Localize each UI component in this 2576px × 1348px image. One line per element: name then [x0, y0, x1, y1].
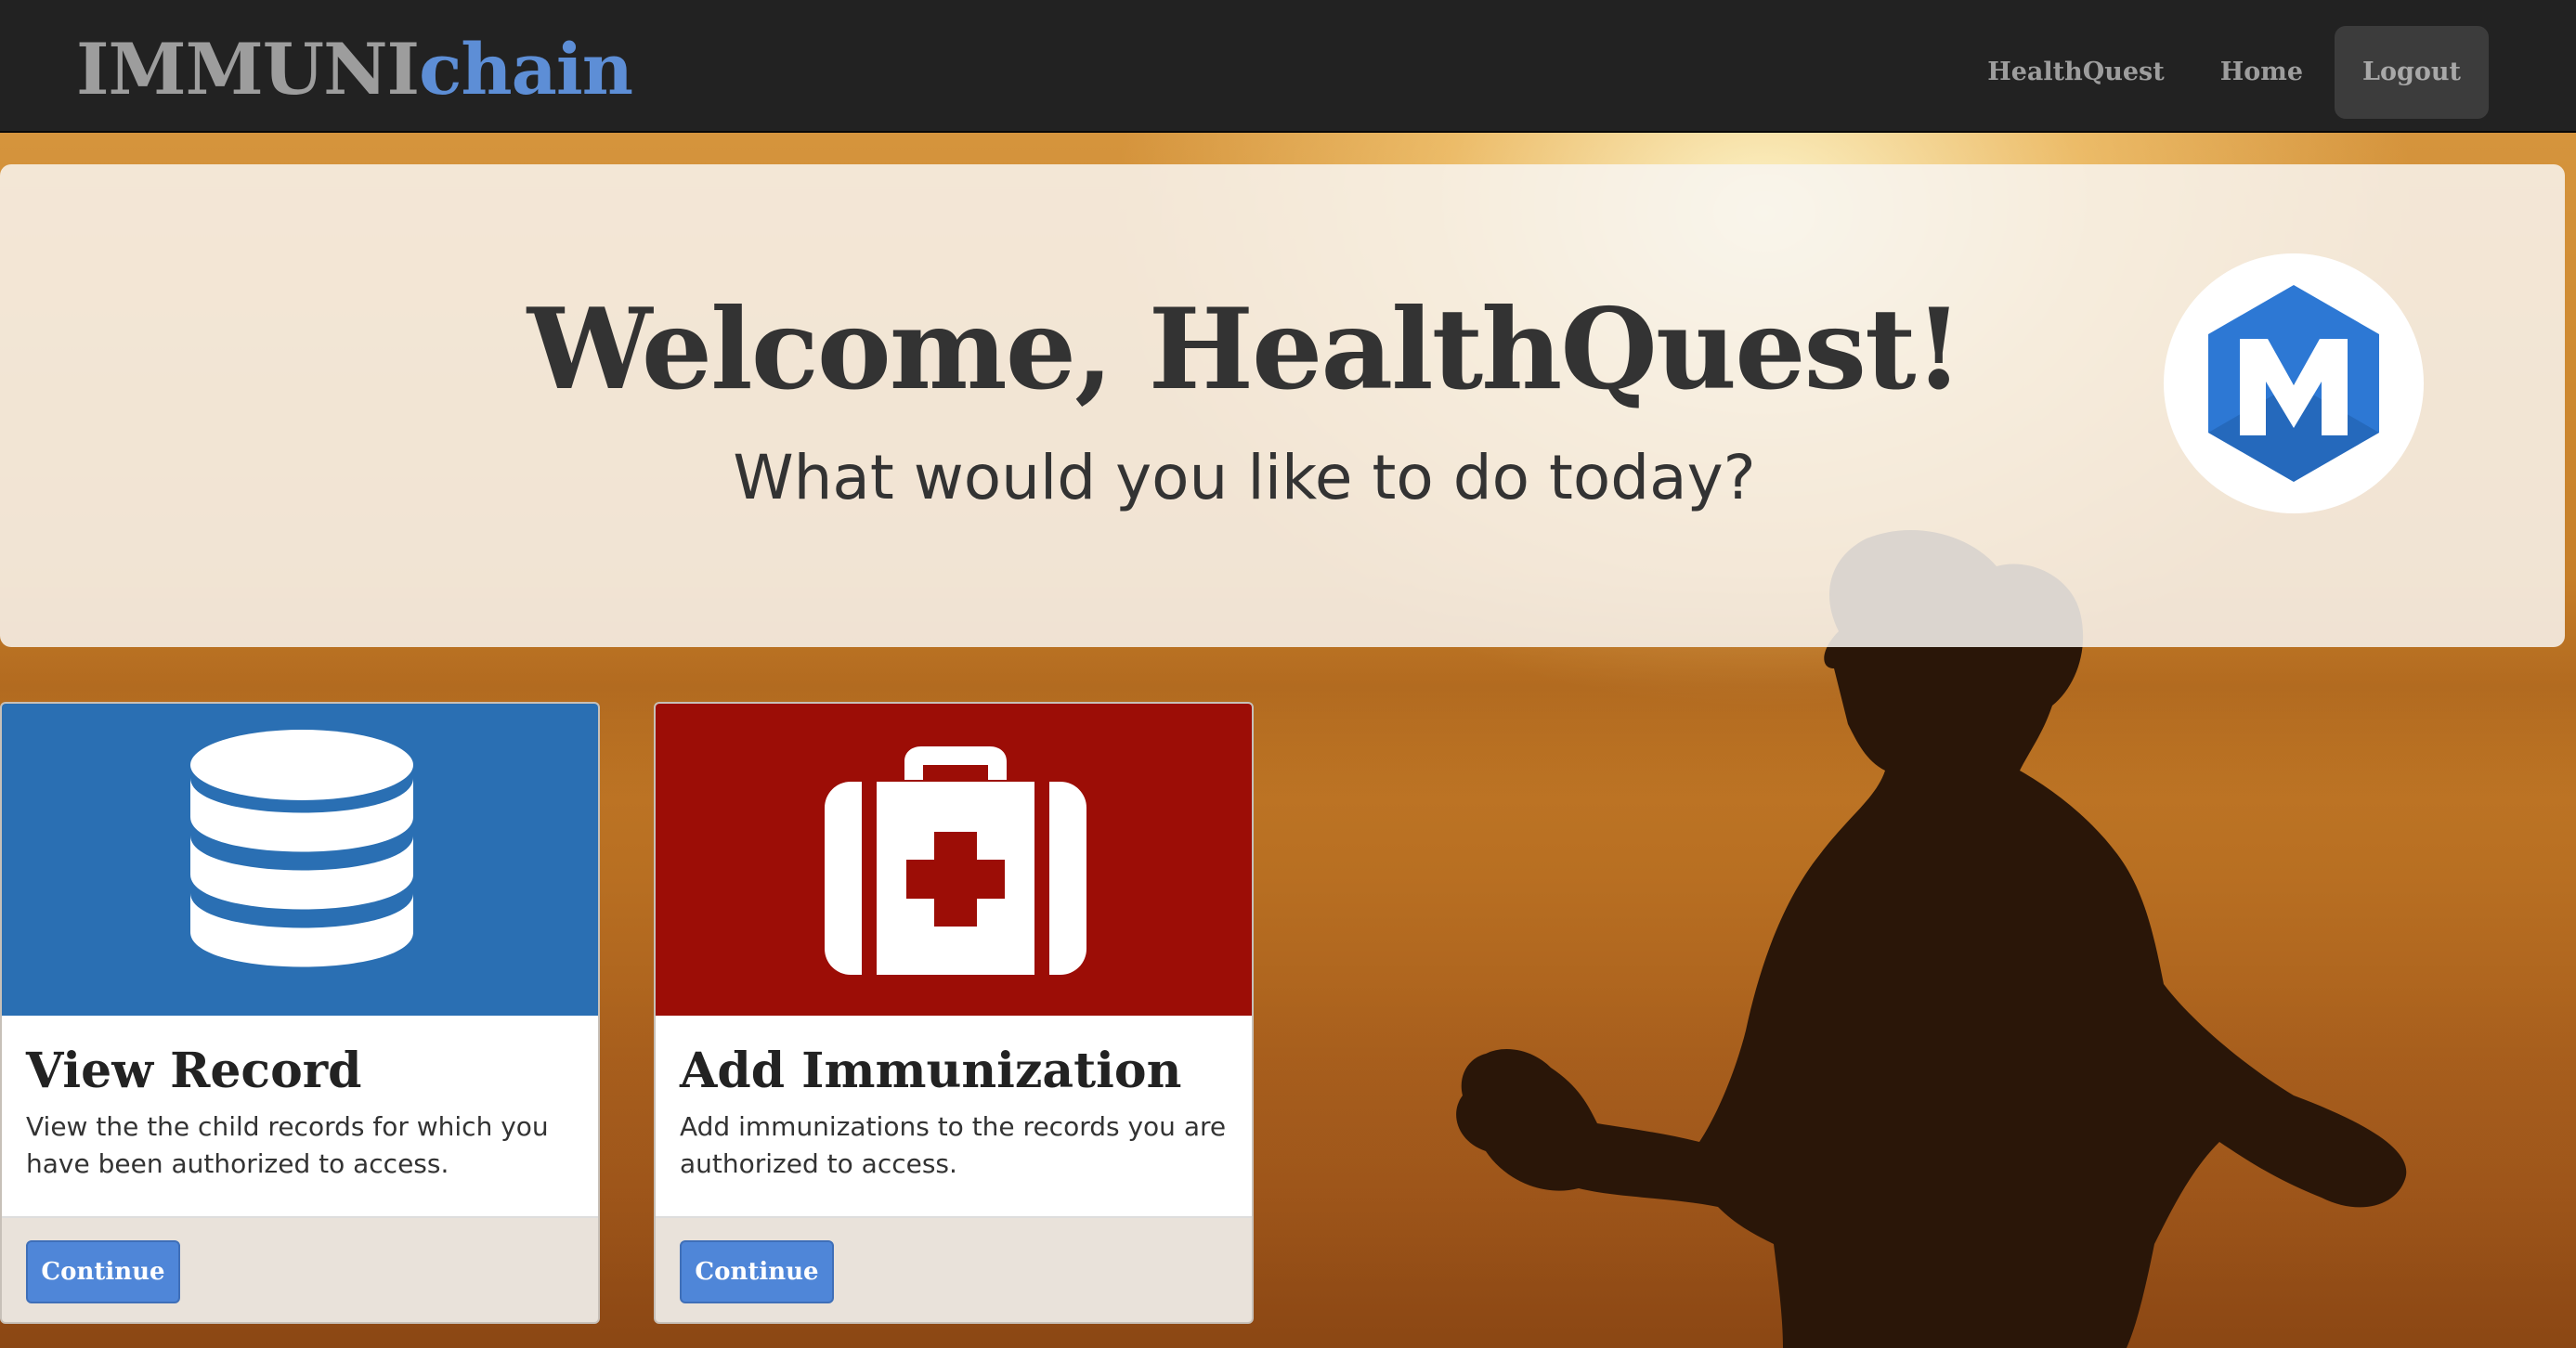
brand-logo[interactable]: IMMUNIchain	[76, 32, 633, 108]
database-icon	[190, 730, 413, 967]
nav-item-home[interactable]: Home	[2192, 26, 2331, 119]
hexagon-m-logo-icon	[2208, 285, 2379, 482]
add-immunization-card-hero	[656, 704, 1252, 1016]
view-record-title: View Record	[26, 1043, 362, 1099]
welcome-jumbotron: Welcome, HealthQuest! What would you lik…	[0, 164, 2565, 647]
logout-button[interactable]: Logout	[2335, 26, 2489, 119]
first-aid-kit-icon	[825, 746, 1086, 975]
nav-item-healthquest[interactable]: HealthQuest	[1959, 26, 2192, 119]
brand-part-1: IMMUNI	[76, 28, 420, 110]
view-record-card-hero	[2, 704, 598, 1016]
brand-part-2: chain	[419, 28, 633, 110]
view-record-continue-button[interactable]: Continue	[26, 1240, 180, 1303]
top-navbar: IMMUNIchain HealthQuest Home Logout	[0, 0, 2576, 133]
add-immunization-description: Add immunizations to the records you are…	[680, 1111, 1227, 1179]
welcome-subheading: What would you like to do today?	[733, 442, 1756, 513]
add-immunization-title: Add Immunization	[680, 1043, 1182, 1099]
view-record-description: View the the child records for which you…	[26, 1111, 549, 1179]
welcome-heading: Welcome, HealthQuest!	[527, 284, 1963, 415]
view-record-card-body: View Record View the the child records f…	[2, 1016, 598, 1218]
view-record-card: View Record View the the child records f…	[0, 702, 600, 1324]
add-immunization-continue-button[interactable]: Continue	[680, 1240, 834, 1303]
add-immunization-card: Add Immunization Add immunizations to th…	[654, 702, 1254, 1324]
nav-menu: HealthQuest Home Logout	[1959, 26, 2489, 119]
add-immunization-card-body: Add Immunization Add immunizations to th…	[656, 1016, 1252, 1218]
org-logo	[2164, 253, 2424, 513]
